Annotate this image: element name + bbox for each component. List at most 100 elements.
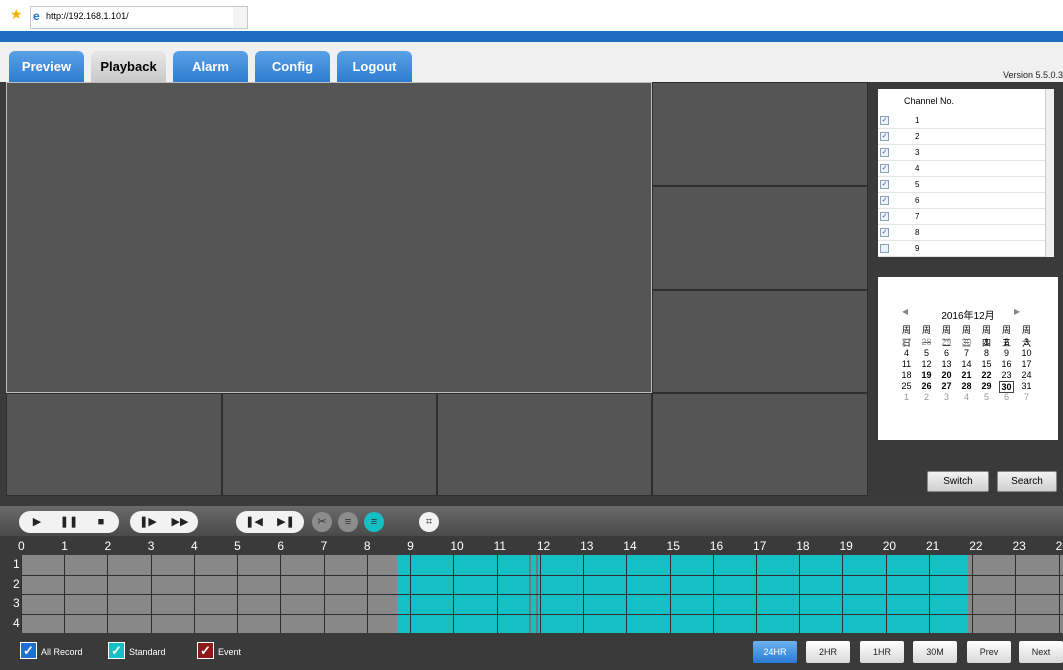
next-frame-icon[interactable]: ▶❚: [276, 511, 296, 533]
recording-timeline[interactable]: 0123456789101112131415161718192021222324…: [0, 537, 1063, 637]
search-button[interactable]: Search: [997, 471, 1057, 492]
zoom-30m-button[interactable]: 30M: [913, 641, 957, 663]
event-checkbox[interactable]: ✓: [197, 642, 214, 659]
clip-scissors-icon[interactable]: ✂: [312, 512, 332, 532]
channel-checkbox[interactable]: ✓: [880, 196, 889, 205]
channel-checkbox[interactable]: ✓: [880, 180, 889, 189]
timeline-channel-row[interactable]: [21, 613, 1063, 633]
all-record-checkbox[interactable]: ✓: [20, 642, 37, 659]
calendar-day[interactable]: 5: [979, 392, 994, 402]
async-toggle-icon[interactable]: ≡: [364, 512, 384, 532]
video-pane[interactable]: [222, 393, 437, 496]
calendar-day[interactable]: 1: [979, 337, 994, 347]
tab-logout[interactable]: Logout: [337, 51, 412, 82]
recording-segment[interactable]: [397, 555, 968, 575]
calendar-day[interactable]: 29: [939, 337, 954, 347]
calendar-day[interactable]: 9: [999, 348, 1014, 358]
previous-frame-icon[interactable]: ❚◀: [244, 511, 264, 533]
channel-checkbox[interactable]: ✓: [880, 132, 889, 141]
calendar-day[interactable]: 12: [919, 359, 934, 369]
calendar-day[interactable]: 24: [1019, 370, 1034, 380]
calendar-day[interactable]: 3: [1019, 337, 1034, 347]
calendar-day[interactable]: 29: [979, 381, 994, 391]
zoom-1hr-button[interactable]: 1HR: [860, 641, 904, 663]
video-pane[interactable]: [6, 393, 222, 496]
new-tab-button[interactable]: [233, 6, 248, 29]
calendar-day[interactable]: 14: [959, 359, 974, 369]
calendar-day[interactable]: 5: [919, 348, 934, 358]
channel-checkbox[interactable]: ✓: [880, 228, 889, 237]
video-pane[interactable]: [652, 186, 868, 290]
calendar-day[interactable]: 1: [899, 392, 914, 402]
timeline-channel-row[interactable]: [21, 555, 1063, 575]
stop-icon[interactable]: ■: [91, 511, 111, 533]
calendar-day[interactable]: 26: [919, 381, 934, 391]
calendar-day[interactable]: 16: [999, 359, 1014, 369]
channel-checkbox[interactable]: ✓: [880, 212, 889, 221]
channel-row[interactable]: 9: [878, 241, 1054, 257]
slow-forward-icon[interactable]: ❚▶: [138, 511, 158, 533]
calendar-day[interactable]: 18: [899, 370, 914, 380]
timeline-channel-row[interactable]: [21, 574, 1063, 594]
fast-forward-icon[interactable]: ▶▶: [170, 511, 190, 533]
tab-config[interactable]: Config: [255, 51, 330, 82]
calendar-day[interactable]: 27: [899, 337, 914, 347]
calendar-day[interactable]: 17: [1019, 359, 1034, 369]
channel-row[interactable]: ✓ 8: [878, 225, 1054, 241]
calendar-day[interactable]: 2: [919, 392, 934, 402]
calendar-day[interactable]: 22: [979, 370, 994, 380]
video-pane[interactable]: [437, 393, 652, 496]
calendar-day[interactable]: 20: [939, 370, 954, 380]
calendar-day[interactable]: 3: [939, 392, 954, 402]
calendar-day[interactable]: 28: [919, 337, 934, 347]
tab-alarm[interactable]: Alarm: [173, 51, 248, 82]
tab-playback[interactable]: Playback: [91, 51, 166, 82]
calendar-day[interactable]: 25: [899, 381, 914, 391]
recording-segment[interactable]: [397, 613, 968, 633]
channel-row[interactable]: ✓ 6: [878, 193, 1054, 209]
calendar-day[interactable]: 15: [979, 359, 994, 369]
calendar-day[interactable]: 11: [899, 359, 914, 369]
video-pane[interactable]: [652, 290, 868, 393]
calendar-day[interactable]: 2: [999, 337, 1014, 347]
timeline-prev-button[interactable]: Prev: [967, 641, 1011, 663]
crop-snapshot-icon[interactable]: ⌗: [419, 512, 439, 532]
standard-checkbox[interactable]: ✓: [108, 642, 125, 659]
calendar-day[interactable]: 4: [959, 392, 974, 402]
channel-row[interactable]: ✓ 1: [878, 113, 1054, 129]
calendar-day[interactable]: 23: [999, 370, 1014, 380]
switch-button[interactable]: Switch: [927, 471, 989, 492]
calendar-day[interactable]: 30: [959, 337, 974, 347]
pause-icon[interactable]: ❚❚: [59, 511, 79, 533]
channel-row[interactable]: ✓ 7: [878, 209, 1054, 225]
sync-icon[interactable]: ≡: [338, 512, 358, 532]
calendar-day[interactable]: 6: [999, 392, 1014, 402]
calendar-day[interactable]: 13: [939, 359, 954, 369]
channel-row[interactable]: ✓ 3: [878, 145, 1054, 161]
channel-row[interactable]: ✓ 2: [878, 129, 1054, 145]
timeline-grid[interactable]: [21, 555, 1063, 633]
channel-checkbox[interactable]: ✓: [880, 116, 889, 125]
timeline-next-button[interactable]: Next: [1019, 641, 1063, 663]
calendar-day[interactable]: 8: [979, 348, 994, 358]
calendar-day[interactable]: 31: [1019, 381, 1034, 391]
channel-checkbox[interactable]: ✓: [880, 164, 889, 173]
calendar-day[interactable]: 6: [939, 348, 954, 358]
recording-segment[interactable]: [397, 574, 968, 594]
channel-checkbox[interactable]: [880, 244, 889, 253]
play-icon[interactable]: ▶: [27, 511, 47, 533]
channel-row[interactable]: ✓ 4: [878, 161, 1054, 177]
calendar-next-arrow-icon[interactable]: ▶: [1014, 307, 1020, 316]
tab-preview[interactable]: Preview: [9, 51, 84, 82]
channel-list-scrollbar[interactable]: [1045, 89, 1054, 257]
video-pane-main[interactable]: [6, 82, 652, 393]
calendar-day[interactable]: 19: [919, 370, 934, 380]
calendar-day[interactable]: 7: [959, 348, 974, 358]
url-box[interactable]: e http://192.168.1.101/: [30, 6, 234, 29]
zoom-24hr-button[interactable]: 24HR: [753, 641, 797, 663]
calendar-day[interactable]: 28: [959, 381, 974, 391]
calendar-day[interactable]: 10: [1019, 348, 1034, 358]
video-pane[interactable]: [652, 393, 868, 496]
recording-segment[interactable]: [397, 594, 968, 614]
calendar-day[interactable]: 27: [939, 381, 954, 391]
